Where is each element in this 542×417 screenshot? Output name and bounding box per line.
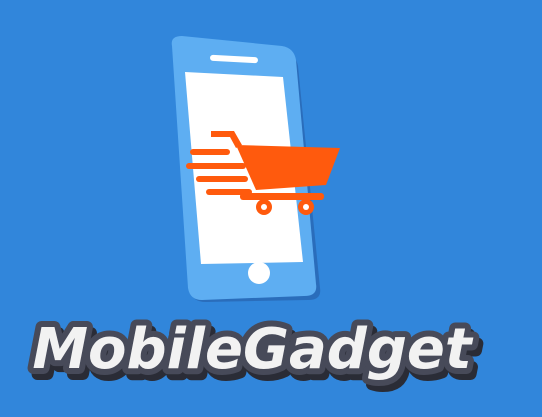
logo-canvas: MobileGadget MobileGadget MobileGadget bbox=[0, 0, 542, 417]
brand-name: MobileGadget bbox=[32, 317, 474, 382]
phone-home-button bbox=[248, 262, 270, 284]
brand-wordmark: MobileGadget MobileGadget MobileGadget bbox=[26, 311, 484, 394]
